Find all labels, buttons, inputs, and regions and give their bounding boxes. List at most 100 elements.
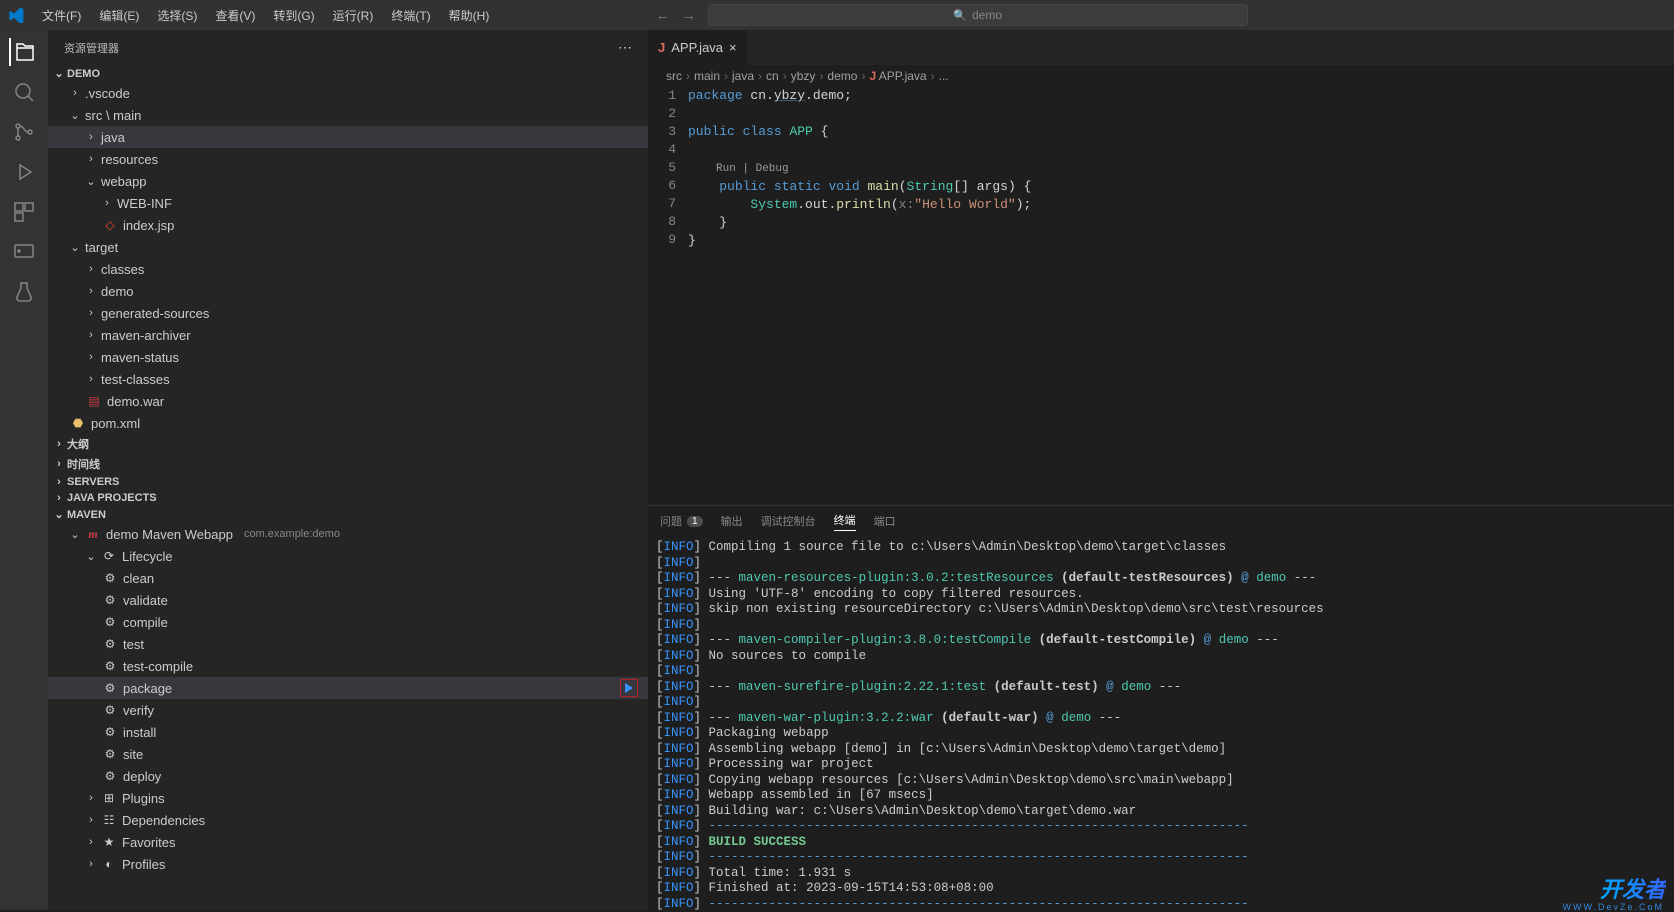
file-pom[interactable]: ⬣pom.xml <box>48 412 648 434</box>
explorer-icon[interactable] <box>9 38 37 66</box>
breadcrumb-item[interactable]: cn <box>766 69 779 83</box>
activity-bar <box>0 30 48 910</box>
line-gutter: 123456789 <box>648 87 688 505</box>
section-servers[interactable]: ›SERVERS <box>48 474 648 490</box>
folder-testclasses[interactable]: ›test-classes <box>48 368 648 390</box>
nav-forward-icon[interactable]: → <box>682 7 696 23</box>
menu-file[interactable]: 文件(F) <box>34 3 89 28</box>
maven-phase-package[interactable]: ⚙package <box>48 677 648 699</box>
file-indexjsp[interactable]: ◇index.jsp <box>48 214 648 236</box>
watermark: 开发者 <box>1600 872 1666 904</box>
remote-icon[interactable] <box>10 238 38 266</box>
code-content: package cn.ybzy.demo; public class APP {… <box>688 87 1674 505</box>
section-timeline[interactable]: ›时间线 <box>48 454 648 474</box>
maven-phase-install[interactable]: ⚙install <box>48 721 648 743</box>
section-maven[interactable]: ⌄MAVEN <box>48 506 648 523</box>
folder-generated[interactable]: ›generated-sources <box>48 302 648 324</box>
deps-icon: ☷ <box>101 813 117 827</box>
command-center[interactable]: 🔍 demo <box>708 4 1248 26</box>
menu-edit[interactable]: 编辑(E) <box>91 3 147 28</box>
plugins-icon: ⊞ <box>101 791 117 805</box>
search-icon: 🔍 <box>953 9 967 22</box>
sidebar-title: 资源管理器 <box>64 40 119 56</box>
bottom-panel: 问题1 输出 调试控制台 终端 端口 [INFO] Compiling 1 so… <box>648 505 1674 910</box>
breadcrumb-item[interactable]: java <box>732 69 754 83</box>
html-icon: ◇ <box>102 218 118 232</box>
breadcrumb-item[interactable]: main <box>694 69 720 83</box>
maven-phase-clean[interactable]: ⚙clean <box>48 567 648 589</box>
menu-view[interactable]: 查看(V) <box>207 3 263 28</box>
maven-phase-deploy[interactable]: ⚙deploy <box>48 765 648 787</box>
breadcrumb[interactable]: src›main›java›cn›ybzy›demo›J APP.java›..… <box>648 65 1674 87</box>
folder-resources[interactable]: ›resources <box>48 148 648 170</box>
testing-icon[interactable] <box>10 278 38 306</box>
debug-icon[interactable] <box>10 158 38 186</box>
folder-status[interactable]: ›maven-status <box>48 346 648 368</box>
section-javaprojects[interactable]: ›JAVA PROJECTS <box>48 490 648 506</box>
section-outline[interactable]: ›大纲 <box>48 434 648 454</box>
menu-help[interactable]: 帮助(H) <box>441 3 498 28</box>
breadcrumb-item[interactable]: ... <box>939 69 949 83</box>
menu-goto[interactable]: 转到(G) <box>265 3 322 28</box>
maven-icon: m <box>85 527 101 542</box>
panel-terminal[interactable]: 终端 <box>834 512 856 531</box>
tab-appjava[interactable]: J APP.java × <box>648 30 748 65</box>
maven-phase-compile[interactable]: ⚙compile <box>48 611 648 633</box>
run-button[interactable] <box>620 679 638 697</box>
maven-phase-validate[interactable]: ⚙validate <box>48 589 648 611</box>
maven-phase-site[interactable]: ⚙site <box>48 743 648 765</box>
file-demowar[interactable]: ▤demo.war <box>48 390 648 412</box>
folder-demo[interactable]: ›demo <box>48 280 648 302</box>
folder-srcmain[interactable]: ⌄src \ main <box>48 104 648 126</box>
folder-webinf[interactable]: ›WEB-INF <box>48 192 648 214</box>
maven-favs[interactable]: ›★Favorites <box>48 831 648 853</box>
maven-profiles[interactable]: ›◐Profiles <box>48 853 648 875</box>
maven-deps[interactable]: ›☷Dependencies <box>48 809 648 831</box>
gear-icon: ⚙ <box>102 593 118 607</box>
sidebar-header: 资源管理器 ⋯ <box>48 30 648 65</box>
star-icon: ★ <box>101 835 117 849</box>
panel-problems[interactable]: 问题1 <box>660 513 703 529</box>
search-activity-icon[interactable] <box>10 78 38 106</box>
sidebar: 资源管理器 ⋯ ⌄DEMO ›.vscode ⌄src \ main ›java… <box>48 30 648 910</box>
folder-vscode[interactable]: ›.vscode <box>48 82 648 104</box>
maven-phase-verify[interactable]: ⚙verify <box>48 699 648 721</box>
panel-debugconsole[interactable]: 调试控制台 <box>761 513 816 529</box>
panel-tabs: 问题1 输出 调试控制台 终端 端口 <box>648 506 1674 536</box>
folder-java[interactable]: ›java <box>48 126 648 148</box>
menu-run[interactable]: 运行(R) <box>325 3 382 28</box>
gear-icon: ⚙ <box>102 571 118 585</box>
terminal-output[interactable]: [INFO] Compiling 1 source file to c:\Use… <box>648 536 1674 910</box>
close-icon[interactable]: × <box>729 40 737 55</box>
tab-label: APP.java <box>671 40 723 55</box>
menubar: 文件(F) 编辑(E) 选择(S) 查看(V) 转到(G) 运行(R) 终端(T… <box>0 0 1674 30</box>
folder-webapp[interactable]: ⌄webapp <box>48 170 648 192</box>
maven-plugins[interactable]: ›⊞Plugins <box>48 787 648 809</box>
gear-icon: ⚙ <box>102 615 118 629</box>
maven-phase-test[interactable]: ⚙test <box>48 633 648 655</box>
maven-project[interactable]: ⌄mdemo Maven Webappcom.example:demo <box>48 523 648 545</box>
editor-area: J APP.java × src›main›java›cn›ybzy›demo›… <box>648 30 1674 910</box>
panel-ports[interactable]: 端口 <box>874 513 896 529</box>
menu-terminal[interactable]: 终端(T) <box>383 3 438 28</box>
breadcrumb-item[interactable]: src <box>666 69 682 83</box>
panel-output[interactable]: 输出 <box>721 513 743 529</box>
gear-icon: ⚙ <box>102 725 118 739</box>
maven-lifecycle[interactable]: ⌄⟳Lifecycle <box>48 545 648 567</box>
vscode-icon <box>8 7 24 23</box>
breadcrumb-item[interactable]: demo <box>827 69 857 83</box>
folder-archiver[interactable]: ›maven-archiver <box>48 324 648 346</box>
breadcrumb-item[interactable]: ybzy <box>791 69 816 83</box>
menu-select[interactable]: 选择(S) <box>149 3 205 28</box>
folder-target[interactable]: ⌄target <box>48 236 648 258</box>
profile-icon: ◐ <box>101 857 117 871</box>
extensions-icon[interactable] <box>10 198 38 226</box>
breadcrumb-item[interactable]: J APP.java <box>869 69 926 83</box>
scm-icon[interactable] <box>10 118 38 146</box>
folder-classes[interactable]: ›classes <box>48 258 648 280</box>
section-demo[interactable]: ⌄DEMO <box>48 65 648 82</box>
nav-back-icon[interactable]: ← <box>656 7 670 23</box>
code-editor[interactable]: 123456789 package cn.ybzy.demo; public c… <box>648 87 1674 505</box>
maven-phase-test-compile[interactable]: ⚙test-compile <box>48 655 648 677</box>
sidebar-more-icon[interactable]: ⋯ <box>618 39 632 56</box>
